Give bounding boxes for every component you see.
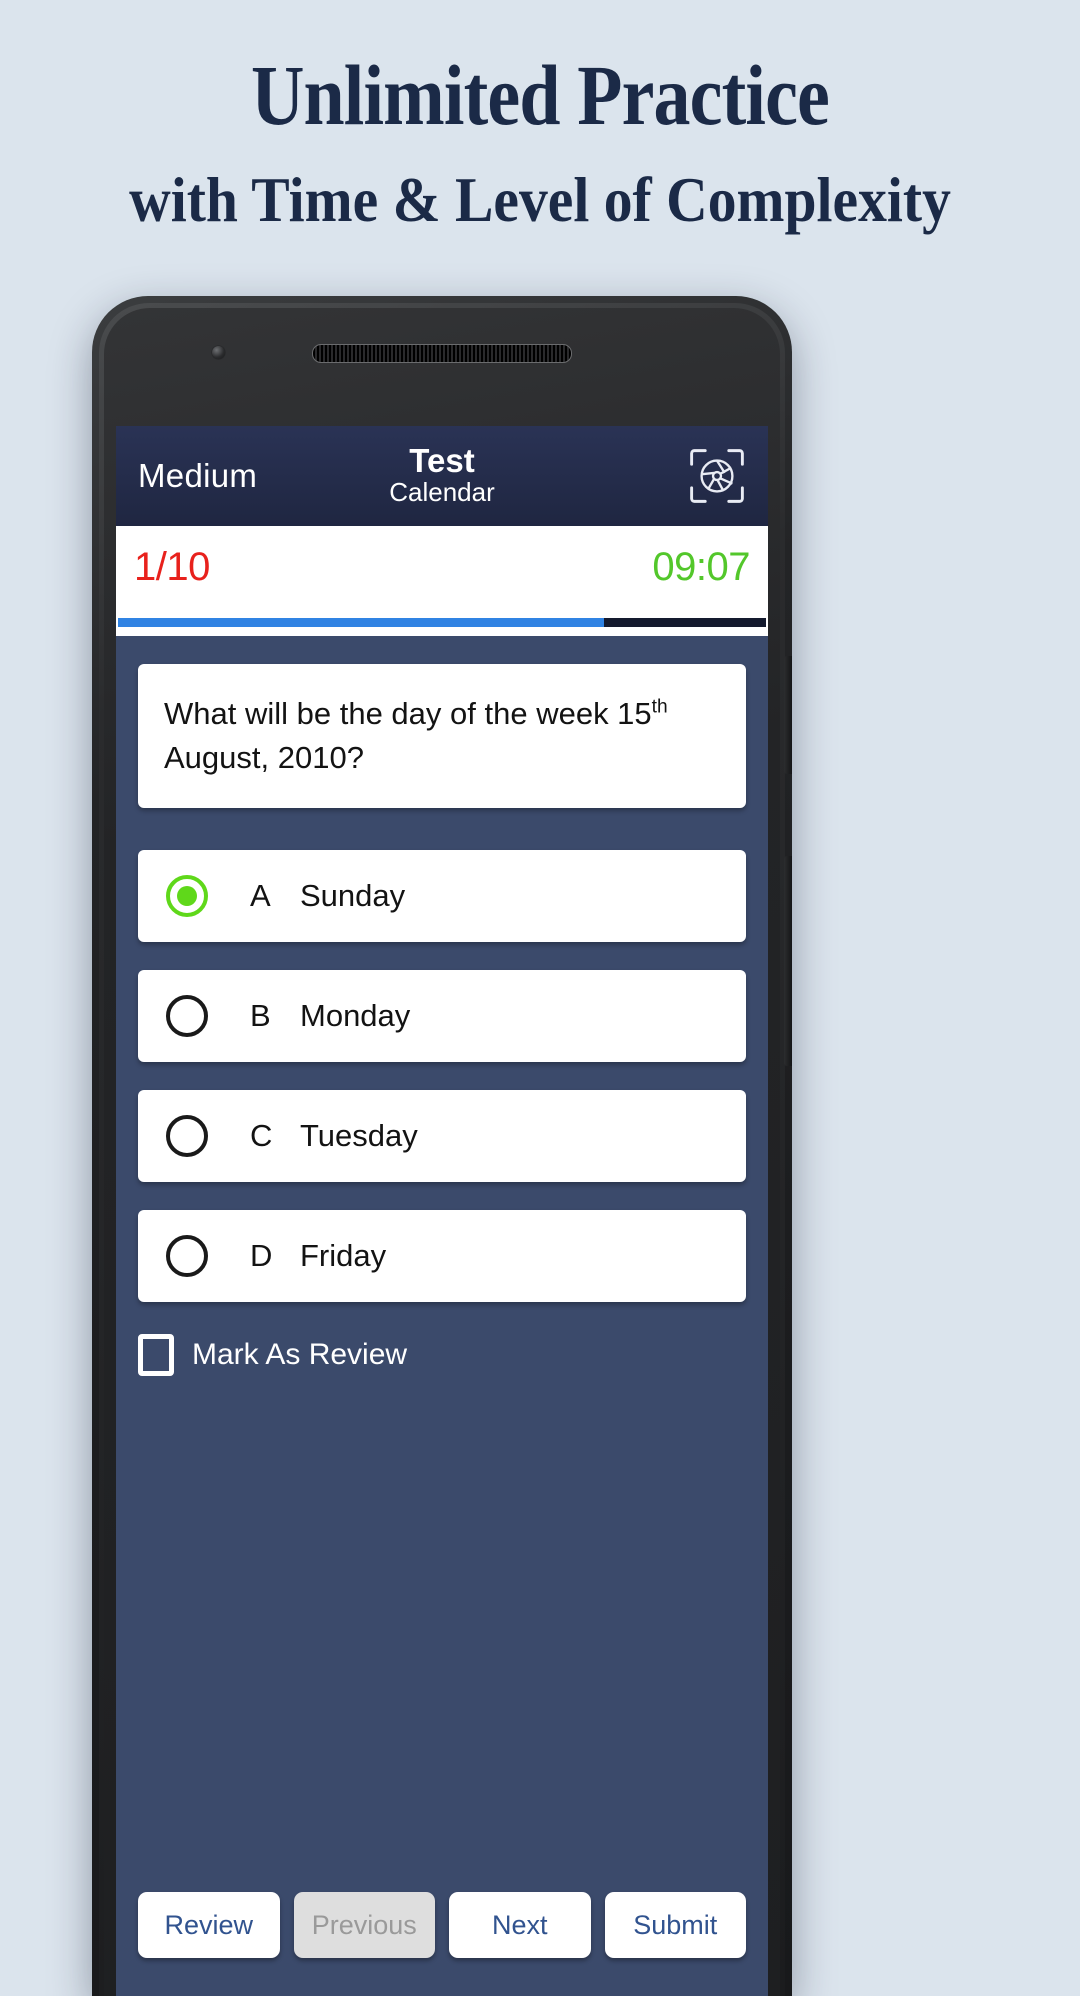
radio-d-icon[interactable] <box>166 1235 208 1278</box>
mark-as-review-row[interactable]: Mark As Review <box>138 1334 746 1377</box>
radio-c-icon[interactable] <box>166 1115 208 1158</box>
option-row-a[interactable]: A Sunday <box>138 850 746 943</box>
status-strip: 1/10 09:07 <box>116 526 768 608</box>
option-text: Tuesday <box>300 1118 418 1154</box>
navigation-button-row: Review Previous Next Submit <box>138 1892 746 1958</box>
mark-as-review-checkbox[interactable] <box>138 1334 174 1377</box>
option-letter: D <box>250 1238 273 1274</box>
radio-a-icon[interactable] <box>166 875 208 918</box>
countdown-timer: 09:07 <box>652 544 750 589</box>
progress-track <box>118 617 766 627</box>
difficulty-level-label: Medium <box>138 457 258 494</box>
app-body: What will be the day of the week 15th Au… <box>116 636 768 1996</box>
question-ordinal-suffix: th <box>651 696 668 718</box>
question-text-main: What will be the day of the week 15 <box>164 696 652 731</box>
option-row-b[interactable]: B Monday <box>138 970 746 1063</box>
review-button[interactable]: Review <box>138 1892 280 1958</box>
volume-button[interactable] <box>784 656 792 774</box>
aperture-scan-icon[interactable] <box>688 447 746 505</box>
power-button[interactable] <box>784 856 792 1066</box>
option-row-c[interactable]: C Tuesday <box>138 1090 746 1183</box>
option-row-d[interactable]: D Friday <box>138 1210 746 1303</box>
front-camera-icon <box>212 346 225 359</box>
promo-subtitle: with Time & Level of Complexity <box>129 164 951 235</box>
progress-bar-container <box>116 608 768 636</box>
phone-device-frame: Medium Test Calendar 1/10 09:07 What wil… <box>92 296 792 1996</box>
option-text: Sunday <box>300 878 406 914</box>
option-letter: C <box>250 1118 273 1154</box>
app-header: Medium Test Calendar <box>116 426 768 526</box>
question-counter: 1/10 <box>134 544 210 589</box>
option-letter: B <box>250 998 271 1034</box>
option-text: Friday <box>300 1238 387 1274</box>
previous-button: Previous <box>293 1892 435 1958</box>
submit-button[interactable]: Submit <box>604 1892 746 1958</box>
option-text: Monday <box>300 998 411 1034</box>
app-screen: Medium Test Calendar 1/10 09:07 What wil… <box>116 426 768 1996</box>
question-card: What will be the day of the week 15th Au… <box>138 664 746 809</box>
promo-title: Unlimited Practice <box>250 47 830 143</box>
mark-as-review-label: Mark As Review <box>192 1338 408 1372</box>
promo-banner: Unlimited Practice with Time & Level of … <box>0 0 1080 232</box>
radio-b-icon[interactable] <box>166 995 208 1038</box>
answer-options-list: A Sunday B Monday C Tuesday D Friday <box>138 850 746 1303</box>
question-text-tail: August, 2010? <box>164 740 364 776</box>
progress-fill <box>118 617 604 627</box>
earpiece-speaker-grille <box>312 344 572 363</box>
option-letter: A <box>250 878 271 914</box>
next-button[interactable]: Next <box>449 1892 591 1958</box>
